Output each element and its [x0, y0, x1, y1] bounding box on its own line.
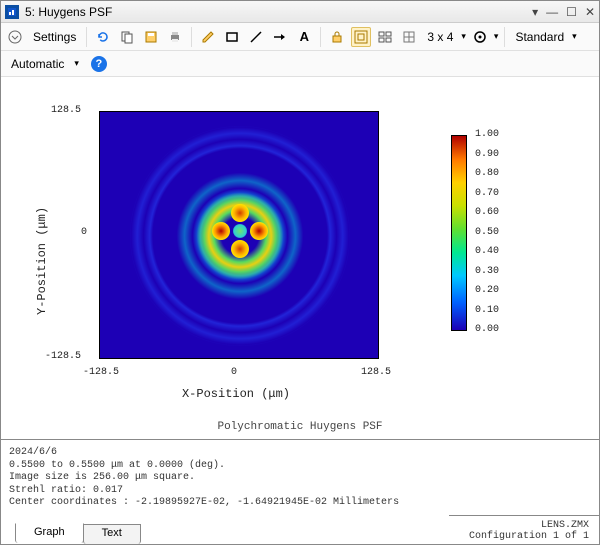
zoom-extents-icon[interactable]: [351, 27, 371, 47]
app-icon: [5, 5, 19, 19]
info-block: 2024/6/6 0.5500 to 0.5500 μm at 0.0000 (…: [9, 447, 591, 510]
dropdown-caret-icon[interactable]: ▾: [74, 58, 79, 69]
info-strehl: Strehl ratio: 0.017: [9, 485, 591, 498]
help-icon[interactable]: ?: [91, 56, 107, 72]
text-tool-icon[interactable]: A: [294, 27, 314, 47]
plot-caption: Polychromatic Huygens PSF: [1, 417, 599, 440]
psf-heatmap[interactable]: [99, 111, 379, 359]
copy-icon[interactable]: [117, 27, 137, 47]
close-button[interactable]: ✕: [585, 6, 595, 18]
window-list-icon[interactable]: [375, 27, 395, 47]
toolbar-main: Settings A 3 x 4 ▾ ▾ Standard ▾: [1, 23, 599, 51]
toolbar-secondary: Automatic ▾ ?: [1, 51, 599, 77]
tab-text[interactable]: Text: [83, 524, 141, 544]
colorbar-tick: 0.60: [475, 207, 499, 218]
view-tabs: Graph Text: [15, 524, 140, 544]
target-icon[interactable]: [470, 27, 490, 47]
y-tick-label: -128.5: [45, 351, 81, 362]
info-right: LENS.ZMX Configuration 1 of 1: [449, 515, 599, 544]
arrow-icon[interactable]: [270, 27, 290, 47]
rect-icon[interactable]: [222, 27, 242, 47]
y-tick-label: 0: [81, 227, 87, 238]
colorbar-tick: 0.10: [475, 305, 499, 316]
window-title: 5: Huygens PSF: [25, 5, 532, 19]
dropdown-caret-icon[interactable]: ▾: [494, 31, 499, 42]
colorbar: [451, 135, 467, 331]
dropdown-caret-icon[interactable]: ▾: [572, 31, 577, 42]
line-icon[interactable]: [246, 27, 266, 47]
print-icon[interactable]: [165, 27, 185, 47]
tab-graph[interactable]: Graph: [15, 523, 84, 543]
save-icon[interactable]: [141, 27, 161, 47]
lock-icon[interactable]: [327, 27, 347, 47]
grid-lines-icon[interactable]: [399, 27, 419, 47]
colorbar-tick: 0.30: [475, 266, 499, 277]
refresh-icon[interactable]: [93, 27, 113, 47]
mode-select[interactable]: Standard: [511, 30, 568, 44]
pencil-icon[interactable]: [198, 27, 218, 47]
colorbar-tick: 0.90: [475, 149, 499, 160]
expand-icon[interactable]: [5, 27, 25, 47]
x-tick-label: 128.5: [361, 367, 391, 378]
automatic-select[interactable]: Automatic: [7, 57, 68, 71]
plot-area: Y-Position (μm) X-Position (μm) 128.5 0 …: [1, 77, 599, 417]
info-image-size: Image size is 256.00 μm square.: [9, 472, 591, 485]
colorbar-tick: 0.00: [475, 324, 499, 335]
title-bar: 5: Huygens PSF ▾ — ☐ ✕: [1, 1, 599, 23]
x-tick-label: -128.5: [83, 367, 119, 378]
info-center: Center coordinates : -2.19895927E-02, -1…: [9, 497, 591, 510]
settings-button[interactable]: Settings: [29, 30, 80, 44]
x-axis-label: X-Position (μm): [91, 387, 381, 401]
lens-file: LENS.ZMX: [469, 520, 589, 531]
maximize-button[interactable]: ☐: [566, 6, 577, 18]
y-axis-label: Y-Position (μm): [35, 207, 49, 315]
colorbar-tick: 0.20: [475, 285, 499, 296]
dropdown-icon[interactable]: ▾: [532, 6, 538, 18]
y-tick-label: 128.5: [51, 105, 81, 116]
colorbar-tick: 0.40: [475, 246, 499, 257]
colorbar-tick: 1.00: [475, 129, 499, 140]
grid-size-select[interactable]: 3 x 4: [423, 30, 457, 44]
x-tick-label: 0: [231, 367, 237, 378]
colorbar-tick: 0.50: [475, 227, 499, 238]
config-line: Configuration 1 of 1: [469, 531, 589, 542]
info-wavelength: 0.5500 to 0.5500 μm at 0.0000 (deg).: [9, 460, 591, 473]
colorbar-tick: 0.80: [475, 168, 499, 179]
info-date: 2024/6/6: [9, 447, 591, 460]
content-area: Y-Position (μm) X-Position (μm) 128.5 0 …: [1, 77, 599, 544]
colorbar-tick: 0.70: [475, 188, 499, 199]
window-controls: ▾ — ☐ ✕: [532, 6, 595, 18]
dropdown-caret-icon[interactable]: ▾: [461, 31, 466, 42]
minimize-button[interactable]: —: [546, 6, 558, 18]
